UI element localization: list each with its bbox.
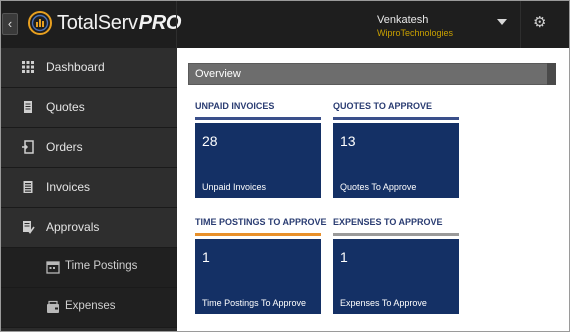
brand-suffix: PRO	[138, 12, 182, 34]
tile-count: 1	[340, 249, 348, 265]
section-label: QUOTES TO APPROVE	[333, 101, 433, 111]
sidebar-item-quotes[interactable]: Quotes	[1, 88, 177, 128]
sidebar-item-label: Approvals	[46, 220, 100, 234]
section-label: EXPENSES TO APPROVE	[333, 217, 443, 227]
section-quotes-to-approve: QUOTES TO APPROVE 13 Quotes To Approve	[333, 101, 459, 198]
sidebar-item-label: Dashboard	[46, 60, 105, 74]
tile-count: 1	[202, 249, 210, 265]
approval-icon	[23, 221, 35, 234]
chevron-left-icon: ‹	[7, 16, 13, 31]
sidebar: Dashboard Quotes Orders Invoices Approva…	[1, 48, 177, 331]
grid-icon	[22, 61, 34, 73]
caret-down-icon[interactable]	[497, 19, 507, 25]
wallet-icon	[47, 300, 59, 313]
tile-caption: Expenses To Approve	[340, 298, 427, 308]
sidebar-item-label: Time Postings	[65, 260, 138, 272]
invoice-icon	[23, 181, 33, 193]
unpaid-invoices-tile[interactable]: 28 Unpaid Invoices	[195, 123, 321, 198]
section-expenses-to-approve: EXPENSES TO APPROVE 1 Expenses To Approv…	[333, 217, 459, 314]
section-underline	[333, 233, 459, 236]
user-organization: WiproTechnologies	[377, 28, 454, 38]
main-content: Overview UNPAID INVOICES 28 Unpaid Invoi…	[177, 48, 569, 331]
sidebar-item-label: Quotes	[46, 100, 85, 114]
section-underline	[195, 233, 321, 236]
overview-panel-header: Overview	[188, 63, 548, 85]
sidebar-item-approvals[interactable]: Approvals	[1, 208, 177, 248]
section-unpaid-invoices: UNPAID INVOICES 28 Unpaid Invoices	[195, 101, 321, 198]
gear-icon[interactable]: ⚙	[533, 13, 546, 31]
section-underline	[195, 117, 321, 120]
panel-header-edge	[547, 63, 556, 85]
sidebar-item-dashboard[interactable]: Dashboard	[1, 48, 177, 88]
tile-count: 13	[340, 133, 356, 149]
sidebar-item-time-postings[interactable]: Time Postings	[1, 248, 177, 288]
user-name[interactable]: Venkatesh	[377, 14, 428, 26]
header-divider	[520, 1, 521, 48]
top-header: ‹ TotalServPRO Venkatesh WiproTechnologi…	[1, 1, 569, 48]
brand-title: TotalServPRO	[57, 12, 181, 35]
tile-caption: Time Postings To Approve	[202, 298, 307, 308]
orders-icon	[22, 140, 34, 154]
tile-caption: Unpaid Invoices	[202, 182, 267, 192]
app-frame: ‹ TotalServPRO Venkatesh WiproTechnologi…	[0, 0, 570, 332]
section-time-postings-to-approve: TIME POSTINGS TO APPROVE 1 Time Postings…	[195, 217, 327, 314]
tile-count: 28	[202, 133, 218, 149]
sidebar-item-expenses[interactable]: Expenses	[1, 288, 177, 328]
header-divider	[176, 1, 177, 48]
overview-title: Overview	[195, 68, 241, 80]
sidebar-item-label: Orders	[46, 140, 83, 154]
section-label: TIME POSTINGS TO APPROVE	[195, 217, 327, 227]
section-underline	[333, 117, 459, 120]
calendar-icon	[46, 261, 60, 274]
sidebar-item-label: Invoices	[46, 180, 91, 194]
quotes-to-approve-tile[interactable]: 13 Quotes To Approve	[333, 123, 459, 198]
sidebar-item-orders[interactable]: Orders	[1, 128, 177, 168]
sidebar-item-label: Expenses	[65, 300, 116, 312]
time-postings-to-approve-tile[interactable]: 1 Time Postings To Approve	[195, 239, 321, 314]
document-icon	[24, 101, 32, 113]
totalserv-logo-icon	[28, 11, 52, 35]
expenses-to-approve-tile[interactable]: 1 Expenses To Approve	[333, 239, 459, 314]
brand-name: TotalServ	[57, 12, 138, 34]
section-label: UNPAID INVOICES	[195, 101, 275, 111]
sidebar-item-invoices[interactable]: Invoices	[1, 168, 177, 208]
back-button[interactable]: ‹	[2, 13, 18, 35]
tile-caption: Quotes To Approve	[340, 182, 417, 192]
